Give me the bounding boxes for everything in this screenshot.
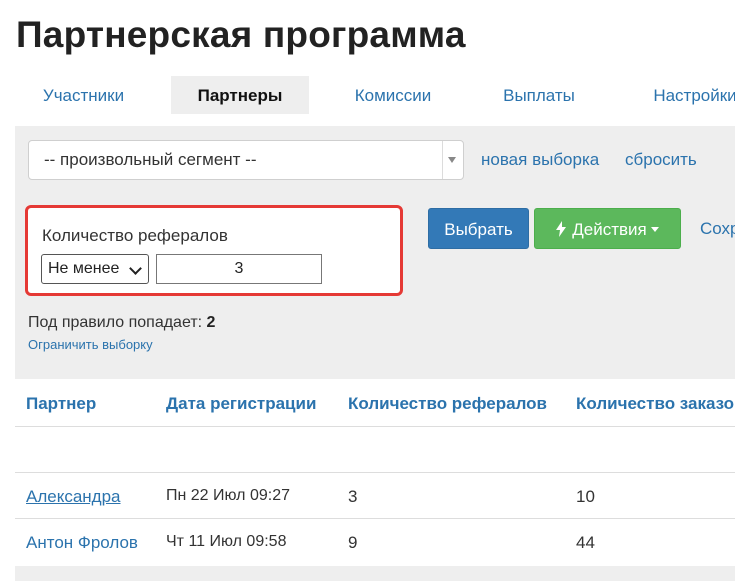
referral-count: 3 (348, 487, 358, 506)
filter-operator-select[interactable]: Не менее (41, 254, 149, 284)
column-header-referral-count[interactable]: Количество рефералов (348, 394, 547, 414)
column-header-registration-date[interactable]: Дата регистрации (166, 394, 316, 414)
order-count: 44 (576, 533, 595, 552)
tab-participants[interactable]: Участники (15, 76, 152, 114)
column-header-order-count[interactable]: Количество заказо (576, 394, 734, 414)
partner-name-link[interactable]: Александра (26, 487, 121, 507)
matched-count-label: Под правило попадает: (28, 314, 203, 331)
caret-down-icon (650, 227, 659, 233)
segment-select-value: -- произвольный сегмент -- (44, 150, 257, 169)
reset-link[interactable]: сбросить (625, 150, 697, 170)
tab-settings[interactable]: Настройки (625, 76, 735, 114)
chevron-down-icon (129, 262, 142, 275)
matched-count: Под правило попадает: 2 (28, 314, 215, 332)
matched-count-value: 2 (206, 314, 216, 331)
registration-date: Чт 11 Июл 09:58 (166, 533, 287, 550)
segment-select[interactable]: -- произвольный сегмент -- (28, 140, 464, 180)
table-footer (15, 566, 735, 581)
referral-count: 9 (348, 533, 358, 552)
select-button[interactable]: Выбрать (428, 208, 529, 249)
table-divider (15, 518, 735, 519)
triangle-down-icon (448, 157, 456, 163)
tab-payouts[interactable]: Выплаты (479, 76, 599, 114)
filter-operator-value: Не менее (48, 260, 120, 277)
new-selection-link[interactable]: новая выборка (481, 150, 599, 170)
partner-name-link[interactable]: Антон Фролов (26, 533, 138, 553)
filter-label: Количество рефералов (42, 226, 228, 245)
registration-date: Пн 22 Июл 09:27 (166, 487, 290, 504)
tab-commissions[interactable]: Комиссии (327, 76, 459, 114)
page-title: Партнерская программа (16, 14, 466, 55)
save-link[interactable]: Сохр (700, 219, 735, 239)
filter-value-input[interactable]: 3 (156, 254, 322, 284)
tab-partners[interactable]: Партнеры (171, 76, 309, 114)
tabs-bar: Участники Партнеры Комиссии Выплаты Наст… (15, 76, 735, 114)
segment-select-toggle[interactable] (442, 141, 463, 179)
column-header-partner[interactable]: Партнер (26, 394, 96, 414)
actions-button-label: Действия (572, 220, 647, 239)
bolt-icon (556, 220, 567, 237)
table-divider (15, 426, 735, 427)
actions-button[interactable]: Действия (534, 208, 681, 249)
referral-count-filter: Количество рефералов Не менее 3 (25, 205, 403, 296)
limit-selection-link[interactable]: Ограничить выборку (28, 337, 153, 352)
order-count: 10 (576, 487, 595, 506)
table-divider (15, 472, 735, 473)
